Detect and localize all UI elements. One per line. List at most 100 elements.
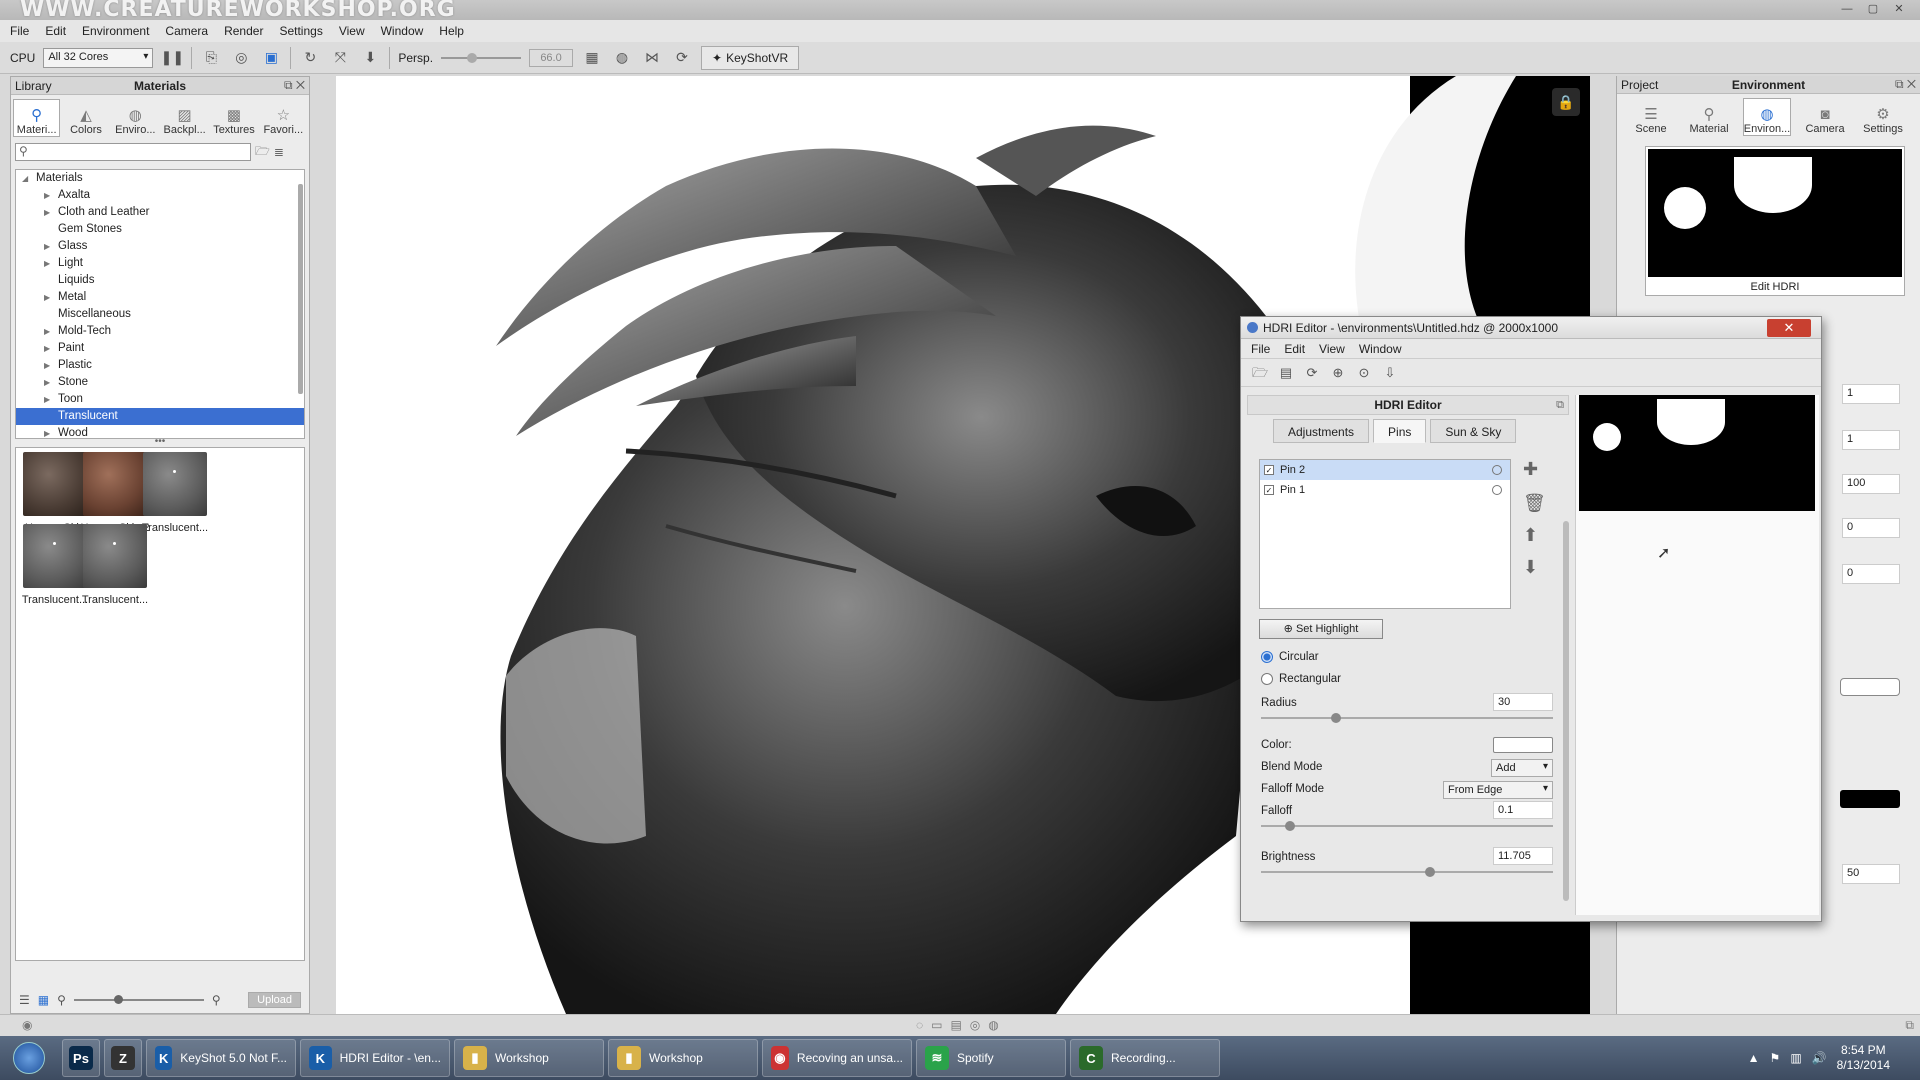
hdri-menu-window[interactable]: Window	[1359, 342, 1402, 356]
hdri-menu-view[interactable]: View	[1319, 342, 1345, 356]
tab-material[interactable]: ⚲ Material	[1685, 98, 1733, 136]
start-button[interactable]	[0, 1036, 58, 1080]
pin-checkbox[interactable]: ✓	[1264, 485, 1274, 495]
tab-scene[interactable]: ☰ Scene	[1627, 98, 1675, 136]
slider-knob[interactable]	[1285, 821, 1295, 831]
tree-item[interactable]: ▶ Wood	[16, 425, 304, 438]
tab-settings[interactable]: ⚙ Settings	[1859, 98, 1907, 136]
radio-button[interactable]	[1261, 673, 1273, 685]
list-item[interactable]: ✓ Pin 1	[1260, 480, 1510, 500]
tree-scrollbar[interactable]	[298, 184, 303, 394]
fov-field[interactable]: 66.0	[529, 48, 574, 67]
tree-item[interactable]: Miscellaneous	[16, 306, 304, 323]
tree-item[interactable]: ▶ Plastic	[16, 357, 304, 374]
taskbar-item[interactable]: ▮ Workshop	[608, 1039, 758, 1077]
tree-item[interactable]: ▶ Cloth and Leather	[16, 204, 304, 221]
region-icon[interactable]: ◍	[611, 47, 633, 69]
hdri-canvas[interactable]	[1579, 395, 1815, 511]
pin-checkbox[interactable]: ✓	[1264, 465, 1274, 475]
tree-root[interactable]: ◢ Materials	[16, 170, 304, 187]
tree-item[interactable]: ▶ Light	[16, 255, 304, 272]
zoom-in-icon[interactable]: ⚲	[212, 993, 221, 1007]
radio-button[interactable]	[1261, 651, 1273, 663]
tab-backplates[interactable]: ▨ Backpl...	[161, 99, 208, 137]
save-icon[interactable]: ▤	[1277, 364, 1295, 382]
tree-item[interactable]: ▶ Toon	[16, 391, 304, 408]
menu-settings[interactable]: Settings	[279, 24, 322, 38]
hdri-title-bar[interactable]: HDRI Editor - \environments\Untitled.hdz…	[1241, 317, 1821, 339]
hdri-menu-file[interactable]: File	[1251, 342, 1270, 356]
cores-select[interactable]: All 32 Cores	[43, 47, 154, 68]
float-panel-icon[interactable]: ⧉	[1556, 396, 1564, 414]
expand-arrow-icon[interactable]: ▶	[44, 204, 50, 221]
environment-field[interactable]: 100	[1842, 474, 1900, 494]
falloff-slider[interactable]	[1261, 821, 1553, 831]
menu-camera[interactable]: Camera	[165, 24, 208, 38]
pin-solo-radio[interactable]	[1492, 485, 1502, 495]
taskbar-item[interactable]: ≋ Spotify	[916, 1039, 1066, 1077]
search-input[interactable]	[15, 143, 251, 161]
down-arrow-icon[interactable]: ⬇	[359, 47, 381, 69]
environment-field[interactable]: 1	[1842, 384, 1900, 404]
tab-adjustments[interactable]: Adjustments	[1273, 419, 1370, 443]
shape-circular-option[interactable]: Circular	[1261, 651, 1319, 663]
tab-environment[interactable]: ◍ Environ...	[1743, 98, 1791, 136]
taskbar-item[interactable]: K HDRI Editor - \en...	[300, 1039, 450, 1077]
keyshotvr-button[interactable]: ✦ KeyShotVR	[701, 45, 800, 70]
pin-2-light[interactable]	[1593, 423, 1621, 451]
lock-camera-icon[interactable]: ▣	[260, 47, 282, 69]
environment-field[interactable]: 1	[1842, 430, 1900, 450]
list-view-icon[interactable]: ☰	[19, 993, 30, 1007]
upload-button[interactable]: Upload	[248, 992, 301, 1008]
tree-item[interactable]: Translucent	[16, 408, 304, 425]
tree-item[interactable]: ▶ Paint	[16, 340, 304, 357]
taskbar-item[interactable]: K KeyShot 5.0 Not F...	[146, 1039, 296, 1077]
slider-knob[interactable]	[1331, 713, 1341, 723]
taskbar-item[interactable]: ▮ Workshop	[454, 1039, 604, 1077]
material-thumbnail[interactable]: Translucent...	[138, 452, 212, 534]
tree-item[interactable]: ▶ Stone	[16, 374, 304, 391]
slider-knob[interactable]	[1425, 867, 1435, 877]
expand-arrow-icon[interactable]: ▶	[44, 357, 50, 374]
clock[interactable]: 8:54 PM 8/13/2014	[1837, 1043, 1890, 1073]
render-mode-icons[interactable]: ◌▭▤◎◍	[916, 1018, 1007, 1032]
tab-favorites[interactable]: ☆ Favori...	[260, 99, 307, 137]
tree-item[interactable]: ▶ Mold-Tech	[16, 323, 304, 340]
close-button[interactable]: ✕	[1767, 319, 1811, 337]
taskbar-item[interactable]: C Recording...	[1070, 1039, 1220, 1077]
refresh-icon[interactable]: ⟳	[1303, 364, 1321, 382]
list-item[interactable]: ✓ Pin 2	[1260, 460, 1510, 480]
menu-render[interactable]: Render	[224, 24, 263, 38]
tree-item[interactable]: ▶ Axalta	[16, 187, 304, 204]
expand-arrow-icon[interactable]: ▶	[44, 425, 50, 438]
download-icon[interactable]: ⇩	[1381, 364, 1399, 382]
brightness-slider[interactable]	[1261, 867, 1553, 877]
hdri-panel-scrollbar[interactable]	[1563, 521, 1569, 901]
crop-icon[interactable]: ⋈	[641, 47, 663, 69]
environment-preview[interactable]: Edit HDRI	[1645, 146, 1905, 296]
fov-slider[interactable]	[441, 52, 522, 63]
menu-help[interactable]: Help	[439, 24, 464, 38]
splitter-handle[interactable]: •••	[11, 437, 309, 447]
tab-pins[interactable]: Pins	[1373, 419, 1427, 443]
expand-arrow-icon[interactable]: ▶	[44, 323, 50, 340]
fit-icon[interactable]: ⤧	[329, 47, 351, 69]
shape-rectangular-option[interactable]: Rectangular	[1261, 673, 1341, 685]
tab-environments[interactable]: ◍ Enviro...	[112, 99, 159, 137]
expand-arrow-icon[interactable]: ▶	[44, 255, 50, 272]
background-color-swatch[interactable]	[1840, 790, 1900, 808]
zoom-out-icon[interactable]: ⚲	[57, 993, 66, 1007]
flag-icon[interactable]: ⚑	[1770, 1051, 1781, 1065]
lock-icon[interactable]: 🔒	[1552, 88, 1580, 116]
menu-edit[interactable]: Edit	[45, 24, 66, 38]
panel-close-icon[interactable]: ⧉ ✕	[284, 78, 305, 93]
arrow-down-icon[interactable]: ⬇	[1523, 557, 1538, 578]
import-icon[interactable]: ⊕	[1329, 364, 1347, 382]
tree-item[interactable]: ▶ Glass	[16, 238, 304, 255]
material-thumbnail[interactable]: Translucent...	[78, 524, 152, 606]
trash-icon[interactable]: 🗑	[1523, 493, 1546, 514]
import-icon[interactable]: ⎘	[200, 47, 222, 69]
minimize-icon[interactable]: —	[1836, 2, 1858, 16]
volume-icon[interactable]: 🔊	[1812, 1051, 1827, 1065]
thumbnail-size-slider[interactable]	[73, 995, 204, 1004]
